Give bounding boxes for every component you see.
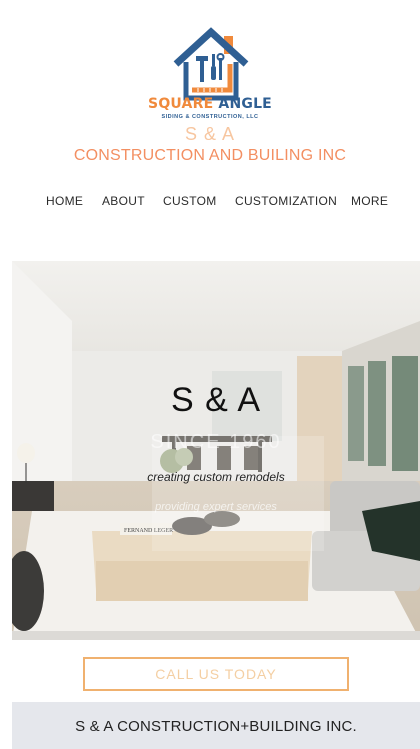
- nav-item-home[interactable]: HOME: [46, 194, 83, 208]
- nav-item-custom[interactable]: CUSTOM: [163, 194, 217, 208]
- logo-wordmark: SQUARE ANGLE: [0, 96, 420, 112]
- hero-since-text: SINCE 1960: [150, 431, 282, 453]
- hero-tagline-secondary: providing expert services: [155, 501, 277, 513]
- nav-item-more[interactable]: MORE: [351, 194, 388, 208]
- brand-short-name: S & A: [184, 124, 236, 144]
- logo-subtitle: SIDING & CONSTRUCTION, LLC: [161, 114, 259, 120]
- call-us-button[interactable]: CALL US TODAY: [83, 657, 349, 691]
- nav-item-customization[interactable]: CUSTOMIZATION: [235, 194, 337, 208]
- site-logo[interactable]: SQUARE ANGLE SIDING & CONSTRUCTION, LLC: [0, 18, 420, 128]
- main-nav: HOME ABOUT CUSTOM CUSTOMIZATION MORE: [0, 194, 420, 212]
- nav-item-about[interactable]: ABOUT: [102, 194, 145, 208]
- brand-full-name: CONSTRUCTION AND BUILING INC: [73, 147, 347, 164]
- footer-company-name: S & A CONSTRUCTION+BUILDING INC.: [75, 718, 357, 735]
- logo-word-angle: ANGLE: [218, 96, 272, 112]
- logo-word-square: SQUARE: [148, 96, 214, 112]
- hero-tagline: creating custom remodels: [147, 470, 285, 484]
- hero-title: S & A: [170, 381, 262, 419]
